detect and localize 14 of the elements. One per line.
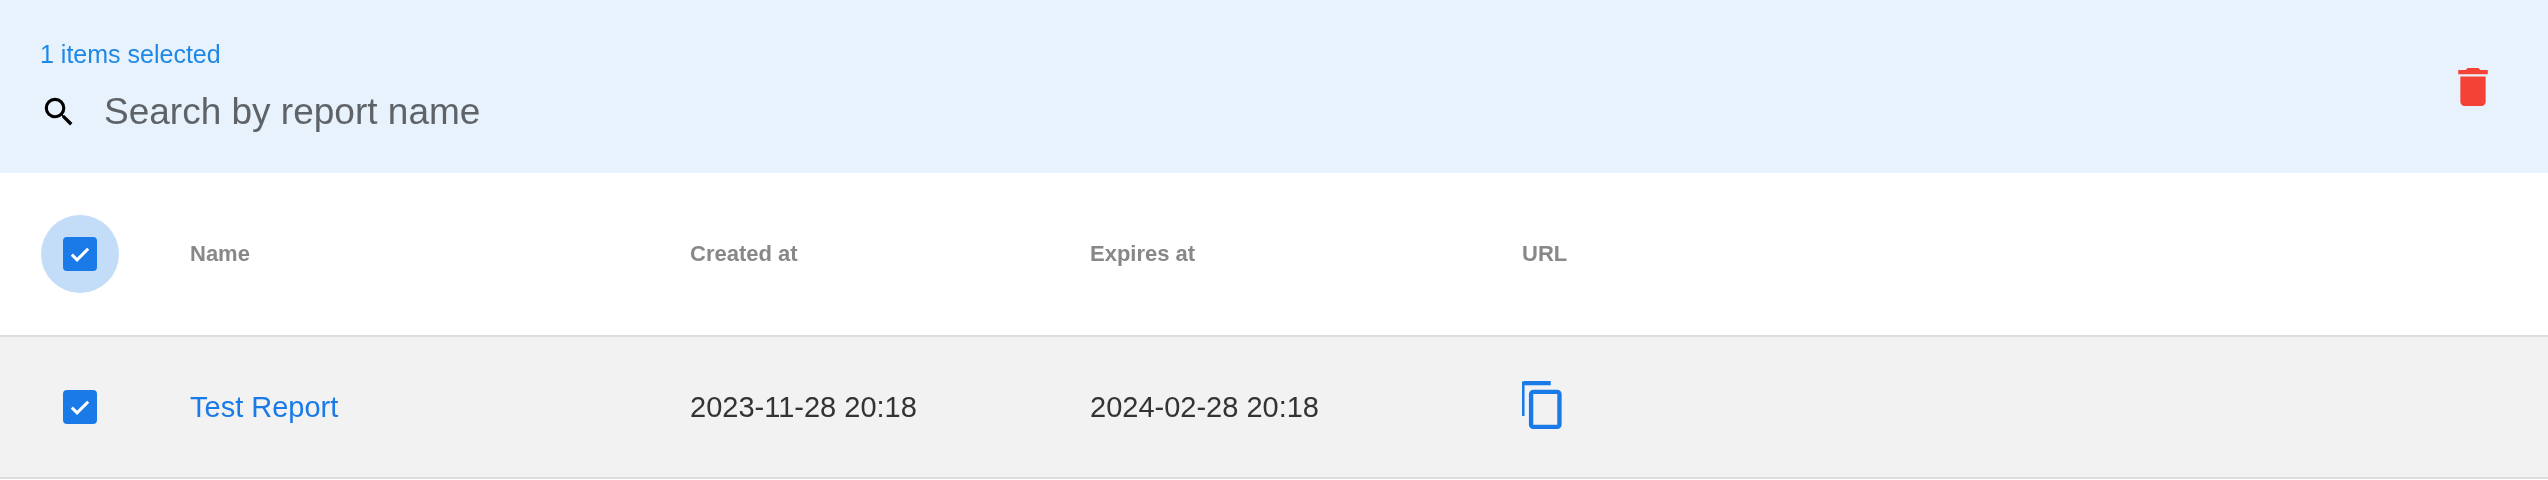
- table-row[interactable]: Test Report 2023-11-28 20:18 2024-02-28 20:18: [0, 337, 2548, 479]
- trash-icon: [2458, 67, 2488, 106]
- column-header: Name: [190, 241, 251, 267]
- column-header: URL: [1522, 241, 1569, 267]
- delete-button[interactable]: [2458, 67, 2488, 106]
- search-field[interactable]: Search by report name: [104, 91, 804, 133]
- table-cell: 2023-11-28 20:18: [690, 390, 917, 423]
- table-cell: 2024-02-28 20:18: [1090, 390, 1319, 423]
- row-checkbox[interactable]: [63, 390, 97, 424]
- copy-icon[interactable]: [1522, 381, 1562, 429]
- selection-count: 1 items selected: [40, 40, 222, 69]
- column-header: Created at: [690, 241, 799, 267]
- column-header: Expires at: [1090, 241, 1197, 267]
- report-link[interactable]: Test Report: [190, 390, 339, 423]
